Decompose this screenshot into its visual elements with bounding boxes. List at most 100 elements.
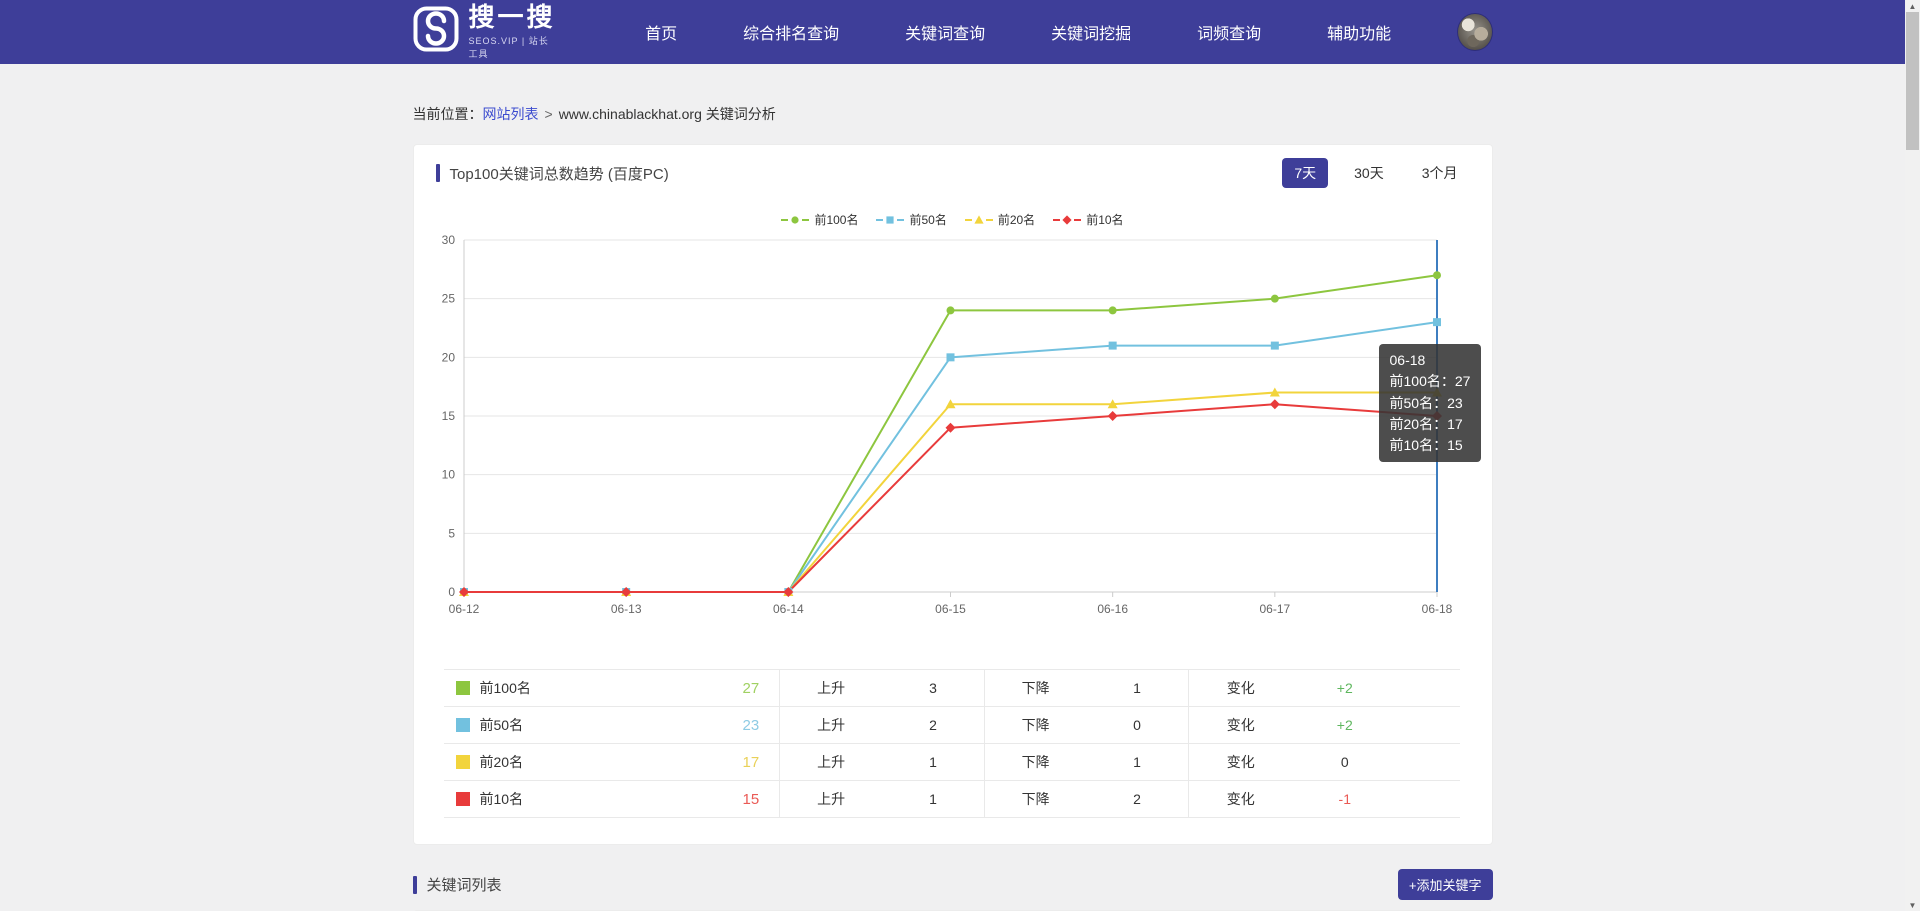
down-count: 1	[1133, 754, 1141, 770]
svg-text:30: 30	[441, 233, 455, 247]
change-group: 变化 +2	[1187, 707, 1460, 743]
breadcrumb-link-site-list[interactable]: 网站列表	[483, 106, 539, 122]
svg-text:15: 15	[441, 409, 455, 423]
up-label: 上升	[817, 717, 846, 733]
nav-item-5[interactable]: 辅助功能	[1327, 0, 1391, 64]
svg-text:0: 0	[448, 585, 455, 599]
scrollbar-down-arrow[interactable]: ▼	[1905, 899, 1920, 911]
range-button-group: 7天 30天 3个月	[1282, 158, 1469, 188]
svg-text:25: 25	[441, 292, 455, 306]
series-total: 15	[742, 790, 760, 808]
down-group: 下降 1	[983, 744, 1188, 780]
svg-text:06-12: 06-12	[448, 602, 479, 616]
change-label: 变化	[1226, 680, 1255, 696]
summary-name-cell: 前20名 17	[444, 744, 780, 780]
nav-item-2[interactable]: 关键词查询	[905, 0, 985, 64]
scrollbar-up-arrow[interactable]: ▲	[1905, 0, 1920, 12]
nav-item-0[interactable]: 首页	[645, 0, 677, 64]
top-navbar: 搜一搜 SEOS.VIP | 站长工具 首页 综合排名查询 关键词查询 关键词挖掘 词频…	[0, 0, 1905, 64]
legend-item-0[interactable]: 前100名	[781, 211, 858, 228]
summary-name-cell: 前50名 23	[444, 707, 780, 743]
nav-item-4[interactable]: 词频查询	[1197, 0, 1261, 64]
legend-triangle-icon	[964, 214, 993, 224]
down-label: 下降	[1021, 754, 1050, 770]
legend-item-1[interactable]: 前50名	[876, 211, 947, 228]
up-count: 1	[929, 791, 937, 807]
keyword-list-title: 关键词列表	[426, 877, 502, 894]
up-count: 1	[929, 754, 937, 770]
series-name: 前10名	[479, 791, 524, 807]
svg-text:06-14: 06-14	[772, 602, 803, 616]
trend-panel: Top100关键词总数趋势 (百度PC) 7天 30天 3个月 前100名 前50名前…	[412, 144, 1493, 845]
summary-row-2: 前20名 17 上升 1 下降 1 变化 0	[443, 744, 1460, 781]
nav-item-3[interactable]: 关键词挖掘	[1051, 0, 1131, 64]
series-total: 27	[742, 679, 760, 697]
breadcrumb-separator: >	[544, 106, 553, 122]
logo-s-icon	[413, 6, 459, 57]
up-count: 2	[929, 717, 937, 733]
series-color-swatch	[455, 718, 470, 732]
change-value: +2	[1336, 680, 1353, 696]
user-avatar[interactable]	[1457, 13, 1493, 51]
up-count: 3	[929, 680, 937, 696]
add-keyword-button[interactable]: +添加关键字	[1397, 869, 1493, 900]
down-count: 2	[1133, 791, 1141, 807]
change-label: 变化	[1226, 791, 1255, 807]
down-label: 下降	[1021, 791, 1050, 807]
line-chart-canvas[interactable]: 0 5 10 15 20 25 30 06-12 06-13 06-14 06-15 06-16 06-…	[414, 230, 1492, 622]
summary-name-cell: 前10名 15	[444, 781, 780, 817]
breadcrumb-current: www.chinablackhat.org 关键词分析	[558, 106, 776, 122]
down-count: 1	[1133, 680, 1141, 696]
page-scrollbar[interactable]: ▲ ▼	[1905, 0, 1920, 911]
range-button-0[interactable]: 7天	[1282, 158, 1329, 188]
series-total: 17	[742, 753, 760, 771]
down-group: 下降 0	[983, 707, 1188, 743]
legend-item-2[interactable]: 前20名	[964, 211, 1036, 228]
range-button-1[interactable]: 30天	[1342, 158, 1396, 188]
nav-item-1[interactable]: 综合排名查询	[743, 0, 839, 64]
change-group: 变化 0	[1187, 744, 1460, 780]
down-group: 下降 1	[983, 670, 1188, 706]
title-accent-bar	[412, 875, 417, 894]
svg-text:06-18: 06-18	[1421, 602, 1452, 616]
change-group: 变化 +2	[1187, 670, 1460, 706]
rank-summary-table: 前100名 27 上升 3 下降 1 变化 +2 前50名 23 上升 2 下降 0 变化 +2 前20名 17 上…	[443, 669, 1460, 818]
svg-text:20: 20	[441, 350, 455, 364]
series-name: 前20名	[479, 754, 524, 770]
series-total: 23	[742, 716, 760, 734]
svg-text:10: 10	[441, 468, 455, 482]
title-accent-bar	[435, 164, 440, 182]
up-label: 上升	[817, 754, 846, 770]
series-color-swatch	[455, 792, 470, 806]
keyword-list-header: 关键词列表 +添加关键字	[412, 869, 1493, 900]
legend-diamond-icon	[1053, 214, 1082, 225]
trend-chart[interactable]: 前100名 前50名 前20名 前10名 0 5 10 15 20 25 30 06-12 06-13…	[414, 211, 1492, 627]
down-label: 下降	[1021, 680, 1050, 696]
up-label: 上升	[817, 791, 846, 807]
summary-row-3: 前10名 15 上升 1 下降 2 变化 -1	[443, 781, 1460, 818]
site-logo[interactable]: 搜一搜 SEOS.VIP | 站长工具	[413, 3, 558, 60]
svg-text:06-15: 06-15	[935, 602, 966, 616]
summary-row-1: 前50名 23 上升 2 下降 0 变化 +2	[443, 707, 1460, 744]
change-label: 变化	[1226, 717, 1255, 733]
legend-square-icon	[876, 215, 905, 224]
up-label: 上升	[817, 680, 846, 696]
change-value: 0	[1340, 754, 1349, 770]
series-color-swatch	[455, 755, 470, 769]
breadcrumb: 当前位置：网站列表 > www.chinablackhat.org 关键词分析	[413, 104, 1493, 124]
up-group: 上升 2	[779, 707, 984, 743]
legend-label: 前20名	[997, 213, 1036, 227]
svg-text:06-16: 06-16	[1097, 602, 1128, 616]
down-count: 0	[1133, 717, 1141, 733]
scrollbar-thumb[interactable]	[1906, 12, 1919, 150]
series-name: 前50名	[479, 717, 524, 733]
legend-label: 前100名	[814, 213, 859, 227]
change-group: 变化 -1	[1187, 781, 1460, 817]
range-button-2[interactable]: 3个月	[1410, 158, 1470, 188]
summary-row-0: 前100名 27 上升 3 下降 1 变化 +2	[443, 670, 1460, 707]
svg-text:06-17: 06-17	[1259, 602, 1290, 616]
chart-legend: 前100名 前50名 前20名 前10名	[414, 211, 1492, 228]
change-value: -1	[1338, 791, 1351, 807]
legend-item-3[interactable]: 前10名	[1053, 211, 1124, 228]
svg-text:5: 5	[448, 526, 455, 540]
